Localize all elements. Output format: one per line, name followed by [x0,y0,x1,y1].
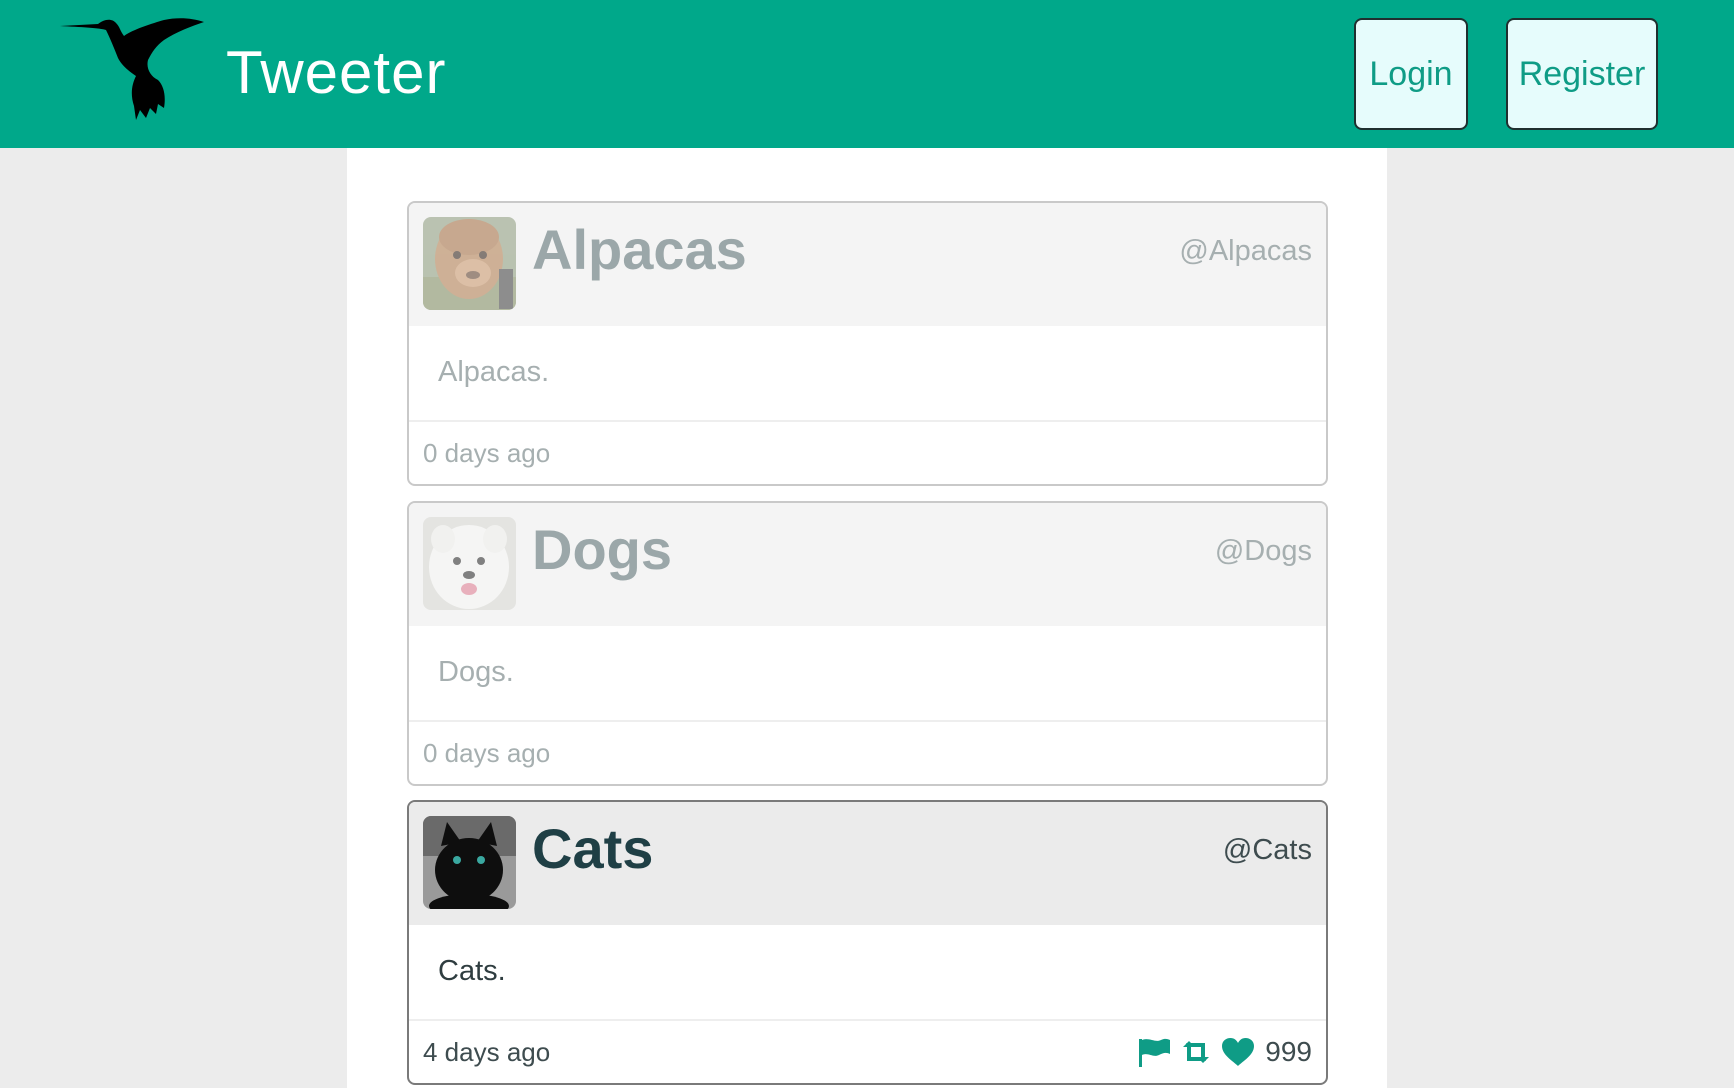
tweet-body: Cats. [409,925,1326,1021]
alpaca-avatar[interactable] [423,217,516,310]
tweet-card[interactable]: Alpacas @Alpacas Alpacas. 0 days ago [407,201,1328,486]
tweet-header: Cats @Cats [409,802,1326,925]
tweet-author-handle[interactable]: @Alpacas [1179,235,1312,268]
tweet-header: Alpacas @Alpacas [409,203,1326,326]
tweet-text: Dogs. [438,656,514,688]
tweet-author-name[interactable]: Cats [532,816,653,881]
login-button[interactable]: Login [1354,18,1468,130]
retweet-icon[interactable] [1179,1037,1213,1067]
tweet-feed: Alpacas @Alpacas Alpacas. 0 days ago Dog… [347,148,1387,1088]
register-button[interactable]: Register [1506,18,1658,130]
tweet-card[interactable]: Dogs @Dogs Dogs. 0 days ago [407,501,1328,786]
tweet-body: Dogs. [409,626,1326,722]
like-count: 999 [1265,1036,1312,1067]
tweet-author-name[interactable]: Alpacas [532,217,747,282]
tweet-author-handle[interactable]: @Dogs [1215,535,1312,568]
tweet-body: Alpacas. [409,326,1326,422]
tweet-author-name[interactable]: Dogs [532,517,672,582]
heart-icon[interactable] [1221,1037,1255,1067]
tweet-timestamp: 0 days ago [423,438,551,468]
dog-avatar[interactable] [423,517,516,610]
tweet-footer: 4 days ago 999 [409,1021,1326,1083]
tweet-actions: 999 [1137,1035,1312,1069]
tweet-text: Cats. [438,955,506,987]
app-header: Tweeter Login Register [0,0,1734,148]
tweet-header: Dogs @Dogs [409,503,1326,626]
flag-icon[interactable] [1137,1037,1171,1067]
tweet-timestamp: 4 days ago [423,1037,551,1067]
tweet-footer: 0 days ago [409,422,1326,484]
app-title: Tweeter [226,39,447,106]
tweet-author-handle[interactable]: @Cats [1223,834,1312,867]
cat-avatar[interactable] [423,816,516,909]
tweet-footer: 0 days ago [409,722,1326,784]
tweet-text: Alpacas. [438,356,550,388]
hummingbird-icon [60,18,204,120]
tweet-card[interactable]: Cats @Cats Cats. 4 days ago 999 [407,800,1328,1085]
tweet-timestamp: 0 days ago [423,738,551,768]
